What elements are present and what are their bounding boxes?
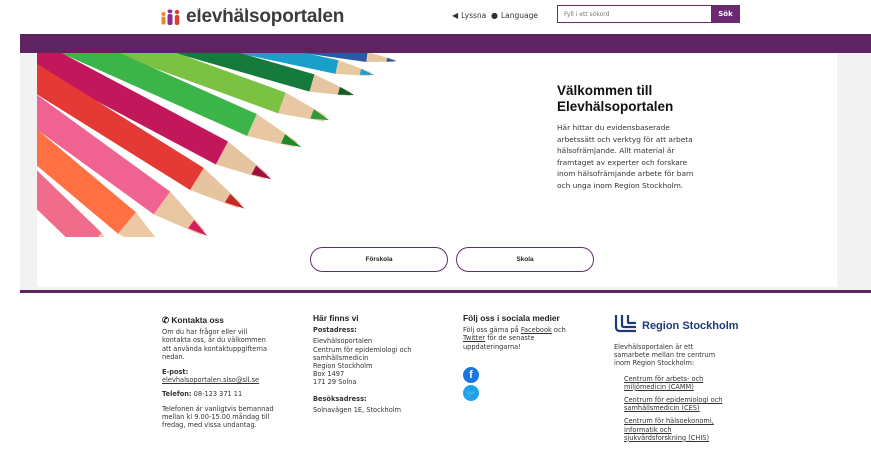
region-link-text: sjukvårdsforskning (CHIS) xyxy=(624,433,710,442)
visit-address: Solnavägen 1E, Stockholm xyxy=(313,405,402,414)
postal-line: Centrum för epidemiologi och xyxy=(313,345,412,354)
facebook-icon[interactable]: f xyxy=(463,367,479,383)
social-text: och xyxy=(553,326,566,335)
social-text: Följ oss gärna på xyxy=(463,326,519,335)
contact-intro-line: nedan. xyxy=(162,352,185,361)
visit-label: Besöksadress: xyxy=(313,394,367,403)
region-link-camm[interactable]: Centrum för arbets- och miljömedicin (CA… xyxy=(624,375,744,391)
location-title: Här finns vi xyxy=(313,313,359,323)
nav-item-start[interactable]: Start xyxy=(163,5,179,12)
postal-label: Postadress: xyxy=(313,326,357,335)
hero-text-line: Här hittar du evidensbaserade xyxy=(557,123,670,132)
globe-icon: ● xyxy=(491,11,498,20)
language-button[interactable]: ● Language xyxy=(491,11,538,20)
region-link-text: miljömedicin (CAMM) xyxy=(624,382,694,391)
region-links: Centrum för arbets- och miljömedicin (CA… xyxy=(624,375,744,442)
listen-button[interactable]: ◀ Lyssna xyxy=(452,11,486,20)
hero-title-line: Välkommen till xyxy=(557,83,653,98)
region-intro-line: inom Region Stockholm: xyxy=(614,359,695,368)
main-nav xyxy=(20,34,871,53)
hours-line: fredag, med vissa undantag. xyxy=(162,421,257,430)
footer-divider xyxy=(20,290,871,293)
social-title: Följ oss i sociala medier xyxy=(463,313,560,323)
hero-title: Välkommen till Elevhälsoportalen xyxy=(557,83,757,115)
region-link-text: Centrum för arbets- och xyxy=(624,374,704,383)
email-link[interactable]: elevhalsoportalen.slso@sll.se xyxy=(162,376,292,384)
region-link-chis[interactable]: Centrum för hälsoekonomi, informatik och… xyxy=(624,417,744,442)
social-text: uppdateringarna! xyxy=(463,342,521,351)
footer-location: Här finns vi Postadress: Elevhälsoportal… xyxy=(313,314,443,414)
region-intro-line: samarbete mellan tre centrum xyxy=(614,351,716,360)
region-intro-line: Elevhälsoportalen är ett xyxy=(614,343,694,351)
region-link-ces[interactable]: Centrum för epidemiologi och samhällsmed… xyxy=(624,396,744,412)
phone-row: Telefon: 08-123 371 11 xyxy=(162,390,292,398)
hero-text-line: och unga inom Region Stockholm. xyxy=(557,180,684,190)
social-text-line: Följ oss gärna på Facebook och xyxy=(463,326,593,334)
email-label: E-post: xyxy=(162,368,189,377)
hero-title-line: Elevhälsoportalen xyxy=(557,99,674,114)
nav-item-om-portalen[interactable]: Om portalen xyxy=(190,5,231,12)
hero-text-line: arbetssätt och verktyg för att arbeta xyxy=(557,134,693,144)
postal-line: Region Stockholm xyxy=(313,362,373,371)
contact-title: Kontakta oss xyxy=(171,315,224,325)
twitter-icon[interactable]: 🐦 xyxy=(463,385,479,401)
hero-text-line: framtaget av experter och forskare xyxy=(557,157,688,167)
contact-heading: ✆ Kontakta oss xyxy=(162,316,292,324)
forskola-button[interactable]: Förskola xyxy=(310,247,448,272)
social-text: för de senaste xyxy=(487,334,535,343)
contact-intro-line: kontakta oss, är du välkommen xyxy=(162,336,266,345)
nav-item-kontakt[interactable]: Kontakt xyxy=(286,5,312,12)
language-label: Language xyxy=(500,11,538,20)
search-button[interactable]: Sök xyxy=(711,5,740,23)
postal-line: 171 29 Solna xyxy=(313,378,357,387)
postal-line: samhällsmedicin xyxy=(313,353,369,362)
postal-line: Elevhälsoportalen xyxy=(313,337,373,346)
region-link-text: samhällsmedicin (CES) xyxy=(624,404,700,413)
hero-description: Här hittar du evidensbaserade arbetssätt… xyxy=(557,122,727,192)
hours-line: mellan kl 9.00-15.00 måndag till xyxy=(162,412,270,421)
social-text-line: Twitter för de senaste xyxy=(463,334,593,342)
phone-icon: ✆ xyxy=(162,315,170,325)
contact-intro-line: Om du har frågor eller vill xyxy=(162,328,248,337)
region-crown-icon xyxy=(614,315,636,333)
phone-label: Telefon: xyxy=(162,390,192,399)
facebook-link[interactable]: Facebook xyxy=(521,326,552,334)
hero-text-line: inom hälsofrämjande arbete för barn xyxy=(557,169,694,179)
region-stockholm-logo[interactable]: Region Stockholm xyxy=(614,313,739,333)
region-link-text: Centrum för epidemiologi och xyxy=(624,396,723,405)
twitter-link[interactable]: Twitter xyxy=(463,334,485,342)
region-link-text: Centrum för hälsoekonomi, xyxy=(624,417,714,426)
region-name: Region Stockholm xyxy=(642,320,739,332)
nav-item-in-english[interactable]: In English xyxy=(242,5,275,12)
contact-intro-line: att använda kontaktuppgifterna xyxy=(162,344,268,353)
region-link-text: informatik och xyxy=(624,425,672,434)
skola-button[interactable]: Skola xyxy=(456,247,594,272)
colored-pencils-image xyxy=(37,53,397,237)
footer-region: Elevhälsoportalen är ett samarbete mella… xyxy=(614,343,744,442)
hero-text-line: hälsofrämjande. Allt material är xyxy=(557,146,675,156)
postal-line: Box 1497 xyxy=(313,370,345,379)
footer-social: Följ oss i sociala medier Följ oss gärna… xyxy=(463,314,593,351)
speaker-icon: ◀ xyxy=(452,11,459,20)
hours-line: Telefonen är vanligtvis bemannad xyxy=(162,404,274,413)
phone-number: 08-123 371 11 xyxy=(193,390,243,399)
listen-label: Lyssna xyxy=(461,11,487,20)
search-input[interactable] xyxy=(557,5,711,23)
footer-contact: ✆ Kontakta oss Om du har frågor eller vi… xyxy=(162,316,292,429)
